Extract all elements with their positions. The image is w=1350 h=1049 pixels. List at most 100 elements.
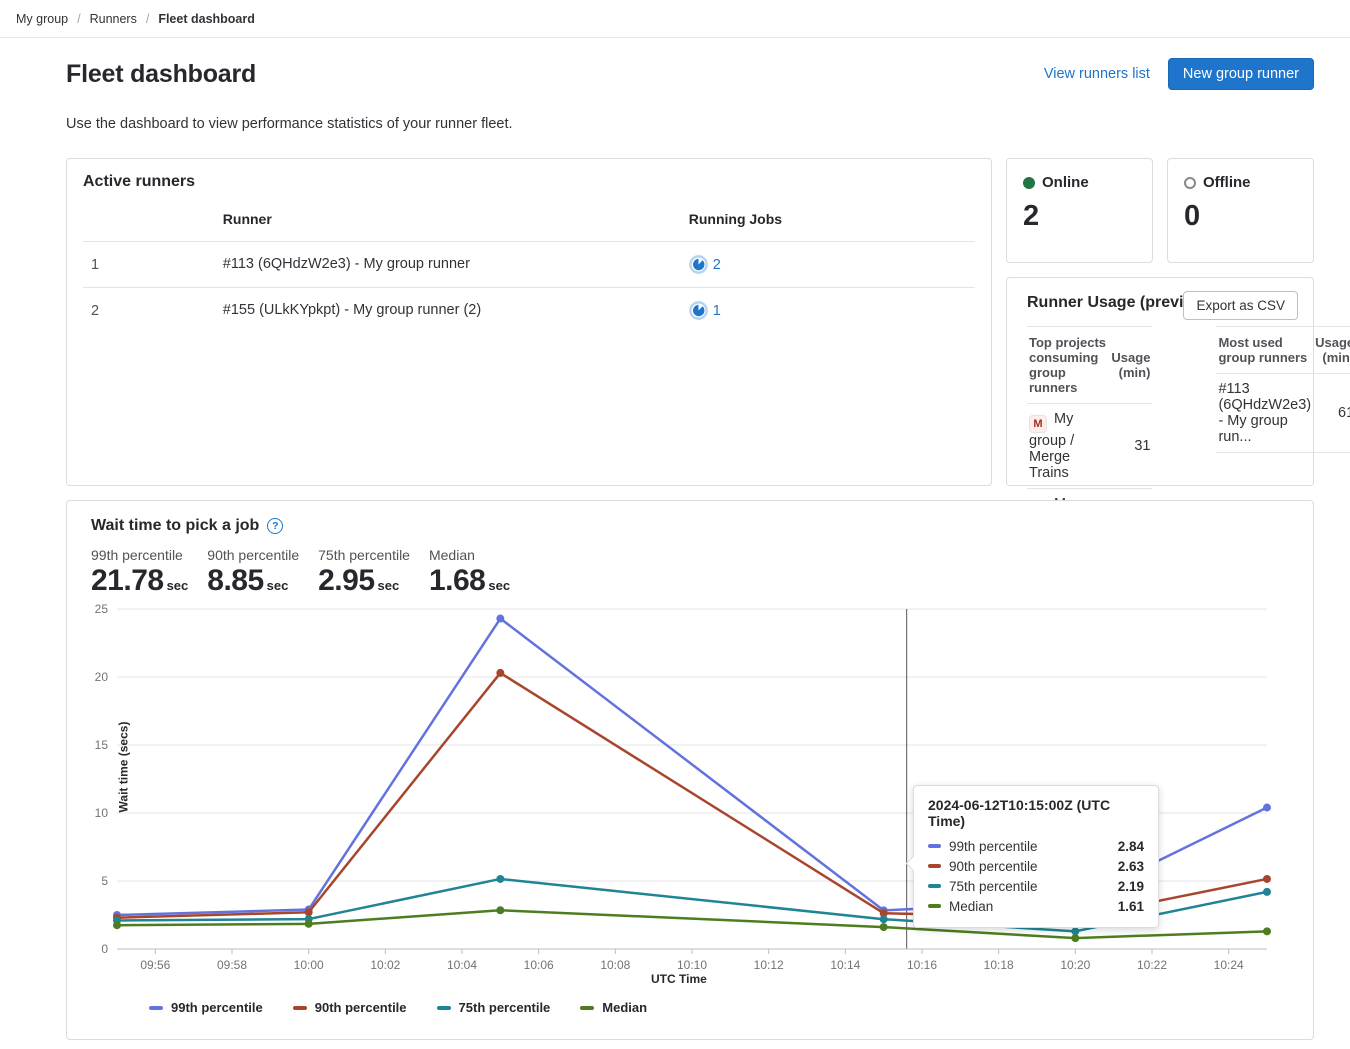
tooltip-row: 75th percentile 2.19 bbox=[928, 876, 1144, 896]
svg-text:15: 15 bbox=[95, 738, 109, 752]
stat-value: 1.68 bbox=[429, 564, 485, 597]
breadcrumb-bar: My group / Runners / Fleet dashboard bbox=[0, 0, 1350, 38]
legend-item-99th[interactable]: 99th percentile bbox=[149, 1000, 263, 1015]
svg-text:5: 5 bbox=[101, 874, 108, 888]
project-usage: 31 bbox=[1109, 404, 1152, 489]
svg-text:25: 25 bbox=[95, 602, 109, 616]
runner-column-header: Runner bbox=[223, 201, 689, 242]
chart-tooltip: 2024-06-12T10:15:00Z (UTC Time) 99th per… bbox=[913, 785, 1159, 928]
tooltip-row: 90th percentile 2.63 bbox=[928, 856, 1144, 876]
tooltip-value: 2.19 bbox=[1118, 879, 1144, 894]
wait-time-card: Wait time to pick a job ? 99th percentil… bbox=[66, 500, 1314, 1040]
legend-label: Median bbox=[602, 1000, 647, 1015]
legend-item-75th[interactable]: 75th percentile bbox=[437, 1000, 551, 1015]
page-title: Fleet dashboard bbox=[66, 60, 256, 89]
running-jobs-count-link[interactable]: 1 bbox=[713, 303, 721, 319]
running-status-icon bbox=[689, 301, 708, 320]
running-jobs-column-header: Running Jobs bbox=[689, 201, 975, 242]
svg-text:10:16: 10:16 bbox=[907, 958, 937, 972]
help-icon[interactable]: ? bbox=[267, 518, 283, 534]
view-runners-list-link[interactable]: View runners list bbox=[1044, 66, 1150, 82]
tooltip-label: 90th percentile bbox=[949, 859, 1038, 874]
online-count: 2 bbox=[1023, 200, 1136, 233]
usage-min-header: Usage (min) bbox=[1313, 327, 1350, 374]
svg-text:10:12: 10:12 bbox=[754, 958, 784, 972]
y-axis-title: Wait time (secs) bbox=[116, 722, 130, 813]
stat-unit: sec bbox=[488, 578, 510, 593]
active-runners-card: Active runners Runner Running Jobs 1 #11… bbox=[66, 158, 992, 486]
series-swatch-90th bbox=[293, 1006, 307, 1010]
usage-min-header: Usage (min) bbox=[1109, 327, 1152, 404]
table-row: #113 (6QHdzW2e3) - My group run... 61 bbox=[1216, 374, 1350, 453]
runner-rank: 2 bbox=[83, 288, 223, 334]
legend-label: 99th percentile bbox=[171, 1000, 263, 1015]
svg-text:10:08: 10:08 bbox=[600, 958, 630, 972]
top-projects-header: Top projects consuming group runners bbox=[1027, 327, 1109, 404]
offline-status-icon bbox=[1184, 177, 1196, 189]
breadcrumb-my-group[interactable]: My group bbox=[16, 12, 68, 26]
svg-text:09:58: 09:58 bbox=[217, 958, 247, 972]
active-runners-title: Active runners bbox=[83, 173, 975, 191]
svg-text:10: 10 bbox=[95, 806, 109, 820]
table-row: 2 #155 (ULkKYpkpt) - My group runner (2)… bbox=[83, 288, 975, 334]
stat-label: 99th percentile bbox=[91, 547, 188, 563]
series-swatch-99th bbox=[149, 1006, 163, 1010]
svg-text:10:20: 10:20 bbox=[1060, 958, 1090, 972]
legend-label: 75th percentile bbox=[459, 1000, 551, 1015]
breadcrumb-separator: / bbox=[77, 12, 80, 26]
offline-count: 0 bbox=[1184, 200, 1297, 233]
svg-text:10:24: 10:24 bbox=[1214, 958, 1244, 972]
dashboard-left-column: Online 2 Offline 0 Runner Usage (previou… bbox=[1006, 158, 1314, 486]
stat-unit: sec bbox=[167, 578, 189, 593]
table-row: 1 #113 (6QHdzW2e3) - My group runner 2 bbox=[83, 242, 975, 288]
table-row: MMy group / Merge Trains 31 bbox=[1027, 404, 1152, 489]
runner-usage-card: Runner Usage (previous month) Export as … bbox=[1006, 277, 1314, 486]
svg-text:10:04: 10:04 bbox=[447, 958, 477, 972]
stat-unit: sec bbox=[378, 578, 400, 593]
svg-text:09:56: 09:56 bbox=[140, 958, 170, 972]
tooltip-label: 75th percentile bbox=[949, 879, 1038, 894]
svg-text:20: 20 bbox=[95, 670, 109, 684]
wait-time-title: Wait time to pick a job bbox=[91, 517, 259, 535]
svg-text:10:00: 10:00 bbox=[294, 958, 324, 972]
online-status-icon bbox=[1023, 177, 1035, 189]
running-status-icon bbox=[689, 255, 708, 274]
breadcrumb: My group / Runners / Fleet dashboard bbox=[16, 12, 255, 26]
series-swatch-median bbox=[580, 1006, 594, 1010]
stat-label: 75th percentile bbox=[318, 547, 410, 563]
x-axis-title: UTC Time bbox=[651, 972, 707, 986]
legend-label: 90th percentile bbox=[315, 1000, 407, 1015]
breadcrumb-runners[interactable]: Runners bbox=[90, 12, 137, 26]
wait-time-chart[interactable]: Wait time (secs) 0 5 10 15 20 25 09:56 09:58 10:… bbox=[91, 602, 1291, 992]
tooltip-value: 2.63 bbox=[1118, 859, 1144, 874]
runner-usage-value: 61 bbox=[1313, 374, 1350, 453]
svg-text:10:22: 10:22 bbox=[1137, 958, 1167, 972]
svg-text:0: 0 bbox=[101, 942, 108, 956]
stat-value: 21.78 bbox=[91, 564, 164, 597]
chart-legend: 99th percentile 90th percentile 75th per… bbox=[149, 1000, 1289, 1015]
stat-unit: sec bbox=[267, 578, 289, 593]
stat-median: Median 1.68sec bbox=[429, 547, 510, 598]
offline-label: Offline bbox=[1203, 174, 1251, 191]
wait-time-stats: 99th percentile 21.78sec 90th percentile… bbox=[91, 547, 1289, 598]
export-csv-button[interactable]: Export as CSV bbox=[1183, 291, 1298, 320]
new-group-runner-button[interactable]: New group runner bbox=[1168, 58, 1314, 90]
legend-item-median[interactable]: Median bbox=[580, 1000, 647, 1015]
running-jobs-count-link[interactable]: 2 bbox=[713, 257, 721, 273]
svg-text:10:14: 10:14 bbox=[830, 958, 860, 972]
tooltip-title: 2024-06-12T10:15:00Z (UTC Time) bbox=[928, 797, 1144, 829]
tooltip-row: Median 1.61 bbox=[928, 896, 1144, 916]
online-label: Online bbox=[1042, 174, 1089, 191]
stat-value: 8.85 bbox=[207, 564, 263, 597]
series-swatch-median bbox=[928, 904, 941, 908]
legend-item-90th[interactable]: 90th percentile bbox=[293, 1000, 407, 1015]
tooltip-value: 1.61 bbox=[1118, 899, 1144, 914]
svg-text:10:18: 10:18 bbox=[984, 958, 1014, 972]
runner-link[interactable]: #113 (6QHdzW2e3) - My group runner bbox=[223, 242, 689, 288]
stat-label: Median bbox=[429, 547, 510, 563]
runner-link[interactable]: #155 (ULkKYpkpt) - My group runner (2) bbox=[223, 288, 689, 334]
project-avatar: M bbox=[1029, 415, 1047, 433]
series-swatch-90th bbox=[928, 864, 941, 868]
series-swatch-99th bbox=[928, 844, 941, 848]
runner-name: #113 (6QHdzW2e3) - My group run... bbox=[1216, 374, 1313, 453]
